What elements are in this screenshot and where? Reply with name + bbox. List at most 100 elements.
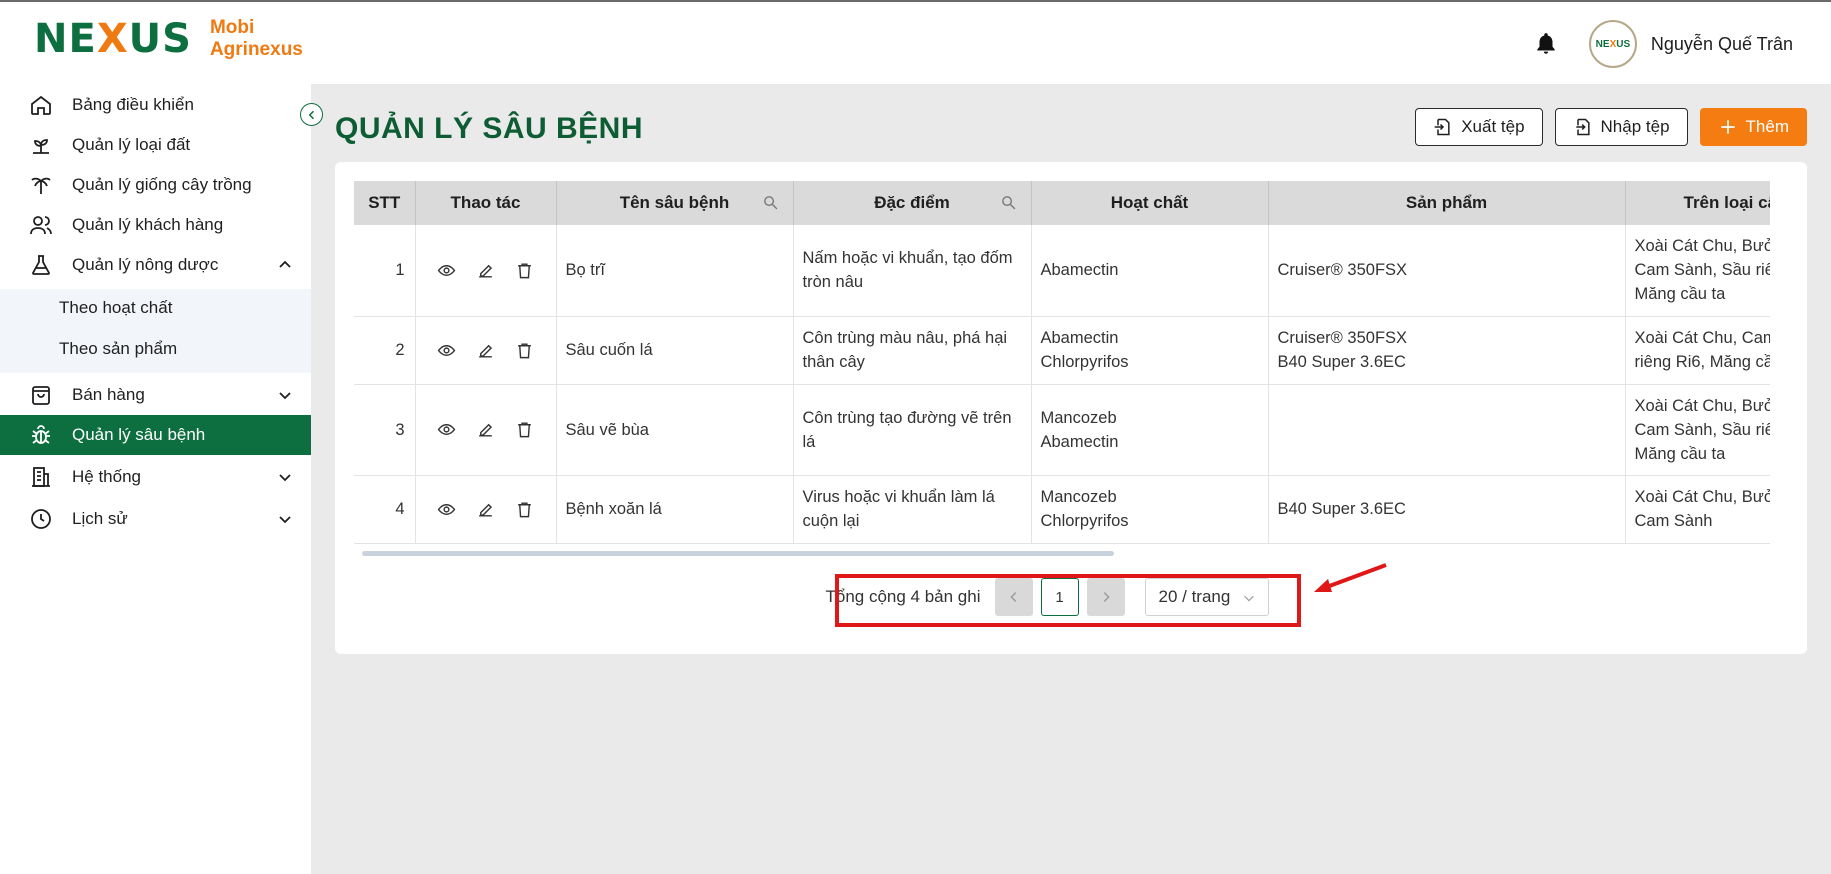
column-header-feature: Đặc điểm [793, 181, 1032, 225]
horizontal-scrollbar[interactable] [362, 551, 1114, 556]
sidebar-item-label: Bảng điều khiển [72, 95, 194, 114]
cell-name: Bọ trĩ [556, 225, 794, 317]
cell-name: Bệnh xoăn lá [556, 475, 794, 544]
eye-icon[interactable] [437, 341, 456, 360]
sidebar-item-label: Hệ thống [72, 467, 141, 486]
column-header-product: Sản phẩm [1268, 181, 1626, 225]
cell-actions [415, 475, 557, 544]
column-header-crop: Trên loại cây tr [1625, 181, 1770, 225]
chevron-down-icon [279, 392, 291, 400]
cell-name: Sâu cuốn lá [556, 316, 794, 385]
trash-icon[interactable] [515, 500, 534, 519]
eye-icon[interactable] [437, 500, 456, 519]
edit-icon[interactable] [476, 500, 495, 519]
home-icon [28, 92, 54, 118]
edit-icon[interactable] [476, 261, 495, 280]
clock-icon [28, 506, 54, 532]
plus-icon [1720, 120, 1735, 134]
edit-icon[interactable] [476, 341, 495, 360]
sidebar-item-soil[interactable]: Quản lý loại đất [0, 125, 311, 165]
bug-icon [28, 422, 54, 448]
window-edge [1826, 84, 1831, 874]
app-root: NEXUS Mobi Agrinexus NE X US Nguyễn Quế Tr… [0, 0, 1831, 874]
cell-feature: Côn trùng màu nâu, phá hại thân cây [793, 316, 1032, 385]
cell-stt: 4 [354, 475, 416, 544]
pest-table: STT Thao tác Tên sâu bệnh Đặc điểm Hoạt … [354, 181, 1770, 544]
sidebar-item-label: Bán hàng [72, 385, 145, 404]
table-header-row: STT Thao tác Tên sâu bệnh Đặc điểm Hoạt … [354, 181, 1770, 225]
sidebar-item-pests[interactable]: Quản lý sâu bệnh [0, 415, 311, 455]
sprout-icon [28, 132, 54, 158]
submenu-item-by-active[interactable]: Theo hoạt chất [59, 298, 172, 318]
table-row: 3 Sâu vẽ bùa Côn trùng tạo đường vẽ trên… [354, 384, 1770, 476]
cell-stt: 1 [354, 225, 416, 317]
chevron-left-icon [308, 110, 314, 119]
import-button[interactable]: Nhập tệp [1554, 108, 1688, 146]
cell-name: Sâu vẽ bùa [556, 384, 794, 476]
column-header-stt: STT [354, 181, 416, 225]
eye-icon[interactable] [437, 261, 456, 280]
sidebar-item-label: Quản lý khách hàng [72, 215, 224, 234]
cell-active: Mancozeb Abamectin [1031, 384, 1269, 476]
user-name[interactable]: Nguyễn Quế Trân [1651, 34, 1793, 55]
sidebar-item-customers[interactable]: Quản lý khách hàng [0, 205, 311, 245]
column-header-actions: Thao tác [415, 181, 557, 225]
eye-icon[interactable] [437, 420, 456, 439]
trash-icon[interactable] [515, 261, 534, 280]
sidebar-collapse-button[interactable] [300, 103, 323, 126]
pesticides-submenu: Theo hoạt chất Theo sản phẩm [0, 289, 311, 373]
cell-active: Mancozeb Chlorpyrifos [1031, 475, 1269, 544]
cell-actions [415, 384, 557, 476]
column-header-name: Tên sâu bệnh [556, 181, 794, 225]
app-logo[interactable]: NEXUS Mobi Agrinexus [34, 16, 303, 62]
app-header: NEXUS Mobi Agrinexus NE X US Nguyễn Quế Tr… [0, 2, 1831, 84]
cell-crop: Xoài Cát Chu, Cam riêng Ri6, Măng cầ [1625, 316, 1770, 385]
table-row: 4 Bệnh xoăn lá Virus hoặc vi khuẩn làm l… [354, 475, 1770, 544]
sidebar-item-label: Lịch sử [72, 509, 128, 528]
column-header-active-ingredient: Hoạt chất [1031, 181, 1269, 225]
trash-icon[interactable] [515, 341, 534, 360]
sidebar: Bảng điều khiển Quản lý loại đất Quản lý… [0, 84, 311, 874]
cell-feature: Côn trùng tạo đường vẽ trên lá [793, 384, 1032, 476]
submenu-item-by-product[interactable]: Theo sản phẩm [59, 339, 177, 359]
sidebar-item-label: Quản lý nông dược [72, 255, 219, 274]
cell-active: Abamectin Chlorpyrifos [1031, 316, 1269, 385]
add-button[interactable]: Thêm [1699, 108, 1807, 146]
flask-icon [28, 252, 54, 278]
sidebar-item-system[interactable]: Hệ thống [0, 457, 311, 497]
edit-icon[interactable] [476, 420, 495, 439]
shopping-bag-icon [28, 382, 54, 408]
users-icon [28, 212, 54, 238]
chevron-up-icon [279, 260, 291, 268]
cell-crop: Xoài Cát Chu, Bưở Cam Sành, Sầu riê Măng c… [1625, 225, 1770, 317]
sidebar-item-history[interactable]: Lịch sử [0, 499, 311, 539]
search-icon[interactable] [762, 194, 779, 211]
sidebar-item-label: Quản lý giống cây trồng [72, 175, 252, 194]
sidebar-item-crops[interactable]: Quản lý giống cây trồng [0, 165, 311, 205]
logo-text: Mobi Agrinexus [209, 17, 303, 60]
cell-actions [415, 225, 557, 317]
search-icon[interactable] [1000, 194, 1017, 211]
sidebar-item-label: Quản lý loại đất [72, 135, 191, 154]
cell-product: Cruiser® 350FSX [1268, 225, 1626, 317]
export-button[interactable]: Xuất tệp [1415, 108, 1543, 146]
trash-icon[interactable] [515, 420, 534, 439]
cell-feature: Virus hoặc vi khuẩn làm lá cuộn lại [793, 475, 1032, 544]
page-title: QUẢN LÝ SÂU BỆNH [335, 112, 644, 145]
building-icon [28, 464, 54, 490]
sidebar-item-sales[interactable]: Bán hàng [0, 375, 311, 415]
cell-crop: Xoài Cát Chu, Bưở Cam Sành [1625, 475, 1770, 544]
sidebar-item-pesticides[interactable]: Quản lý nông dược [0, 245, 311, 285]
avatar[interactable]: NE X US [1588, 20, 1637, 68]
cell-feature: Nấm hoặc vi khuẩn, tạo đốm tròn nâu [793, 225, 1032, 317]
bell-icon[interactable] [1533, 31, 1559, 57]
cell-active: Abamectin [1031, 225, 1269, 317]
annotation-highlight-box [835, 574, 1301, 627]
cell-product: B40 Super 3.6EC [1268, 475, 1626, 544]
sidebar-item-dashboard[interactable]: Bảng điều khiển [0, 85, 311, 125]
main-content: QUẢN LÝ SÂU BỆNH Xuất tệp Nhập tệp Thêm [311, 84, 1831, 874]
annotation-arrow-icon [1314, 563, 1387, 592]
cell-stt: 3 [354, 384, 416, 476]
table-row: 1 Bọ trĩ Nấm hoặc vi khuẩn, tạo đốm tròn … [354, 225, 1770, 317]
table-row: 2 Sâu cuốn lá Côn trùng màu nâu, phá hại… [354, 316, 1770, 385]
